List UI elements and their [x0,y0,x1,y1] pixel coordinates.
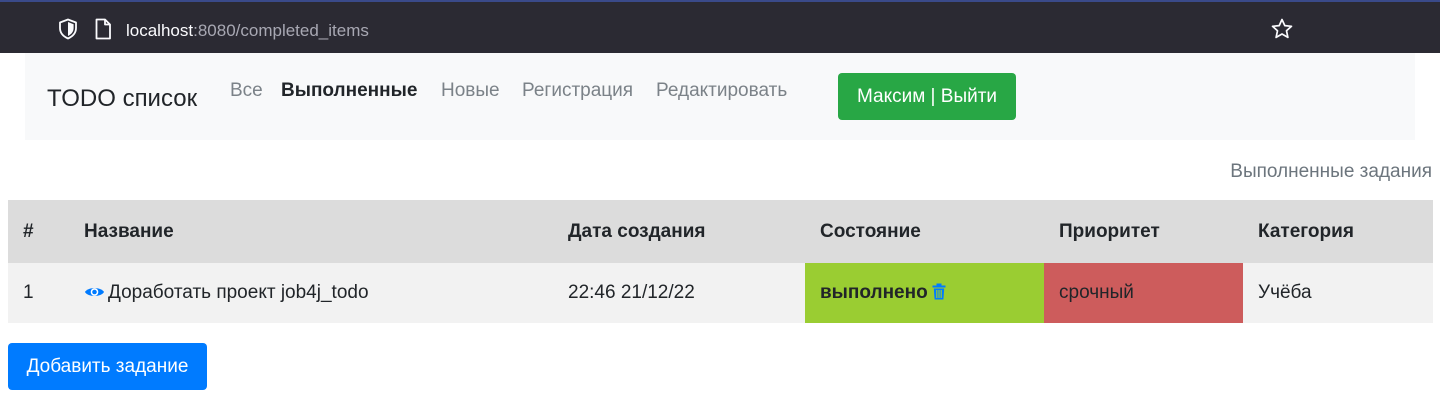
nav-link-registration[interactable]: Регистрация [522,79,633,103]
nav-link-all[interactable]: Все [230,79,263,103]
column-header-created: Дата создания [553,200,805,263]
browser-toolbar: localhost:8080/completed_items [0,0,1440,53]
cell-created: 22:46 21/12/22 [553,263,805,323]
user-logout-button[interactable]: Максим | Выйти [838,73,1016,120]
column-header-category: Категория [1243,200,1433,263]
nav-link-new[interactable]: Новые [441,79,500,103]
column-header-priority: Приоритет [1044,200,1243,263]
cell-priority: срочный [1044,263,1243,323]
state-label: выполнено [820,282,928,303]
star-icon[interactable] [1270,17,1294,41]
trash-icon[interactable] [932,283,946,300]
navbar: TODO список Все Выполненные Новые Регист… [25,53,1415,140]
table-row: 1 Доработать проект job4j_todo 22:46 21/… [8,263,1433,323]
cell-state: выполнено [805,263,1044,323]
column-header-name: Название [69,200,553,263]
url-bar[interactable]: localhost:8080/completed_items [126,20,369,42]
url-path: :8080/completed_items [193,21,369,40]
column-header-state: Состояние [805,200,1044,263]
shield-icon[interactable] [58,18,78,40]
tasks-table: # Название Дата создания Состояние Приор… [8,200,1433,323]
page-title: Выполненные задания [1230,161,1432,182]
eye-icon[interactable] [84,285,105,299]
cell-name: Доработать проект job4j_todo [69,263,553,323]
table-header-row: # Название Дата создания Состояние Приор… [8,200,1433,263]
cell-category: Учёба [1243,263,1433,323]
nav-link-completed[interactable]: Выполненные [281,79,417,103]
cell-number: 1 [8,263,69,323]
url-host: localhost [126,21,194,40]
column-header-number: # [8,200,69,263]
navbar-brand[interactable]: TODO список [47,84,197,114]
task-name-link[interactable]: Доработать проект job4j_todo [108,282,369,303]
nav-link-edit[interactable]: Редактировать [656,79,787,103]
page-icon[interactable] [94,18,112,40]
add-task-button[interactable]: Добавить задание [8,343,207,390]
